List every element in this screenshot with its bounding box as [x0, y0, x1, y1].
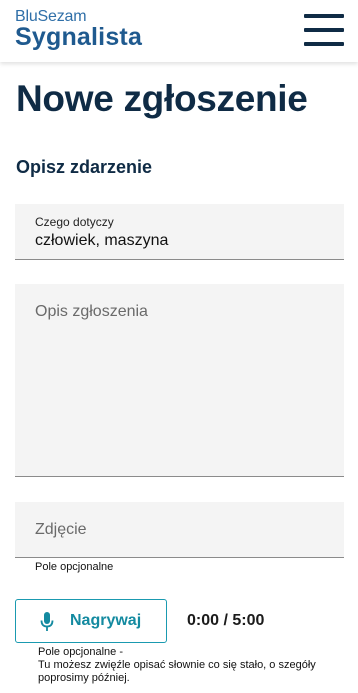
menu-bar: [304, 14, 344, 18]
subject-field-value: człowiek, maszyna: [35, 232, 169, 249]
photo-field[interactable]: Zdjęcie: [15, 502, 344, 558]
recording-hint: Pole opcjonalne - Tu możesz zwięźle opis…: [38, 646, 354, 685]
hamburger-menu-icon[interactable]: [304, 14, 344, 47]
app-header: BluSezam Sygnalista: [0, 0, 358, 62]
logo[interactable]: BluSezam Sygnalista: [15, 8, 142, 50]
logo-bottom-text: Sygnalista: [15, 23, 143, 51]
menu-bar: [304, 28, 344, 32]
subject-field[interactable]: Czego dotyczy człowiek, maszyna: [15, 204, 344, 260]
section-title: Opisz zdarzenie: [16, 157, 153, 177]
page-title: Nowe zgłoszenie: [16, 78, 308, 119]
recording-timer: 0:00 / 5:00: [187, 612, 265, 629]
description-textarea[interactable]: Opis zgłoszenia: [15, 284, 344, 477]
photo-placeholder: Zdjęcie: [35, 521, 87, 538]
photo-optional-hint: Pole opcjonalne: [35, 561, 114, 573]
recording-hint-line1: Pole opcjonalne -: [38, 646, 124, 658]
recording-hint-line2: Tu możesz zwięźle opisać słownie co się …: [38, 659, 316, 684]
menu-bar: [304, 42, 344, 46]
record-button-label: Nagrywaj: [70, 612, 142, 629]
description-placeholder: Opis zgłoszenia: [35, 303, 148, 320]
microphone-icon: [40, 612, 54, 631]
record-button[interactable]: Nagrywaj: [15, 599, 167, 643]
subject-field-label: Czego dotyczy: [35, 215, 114, 229]
